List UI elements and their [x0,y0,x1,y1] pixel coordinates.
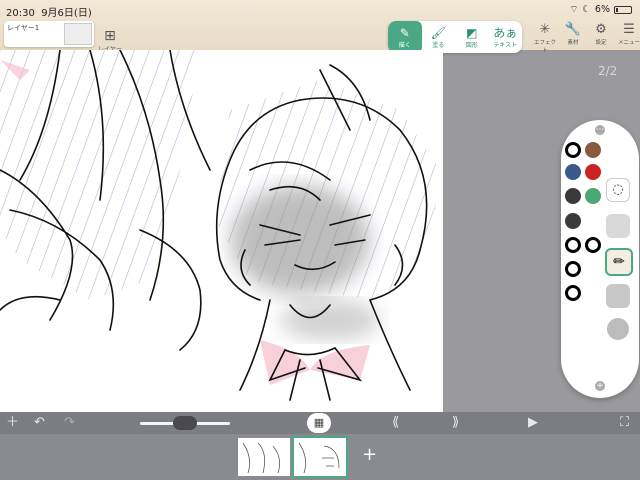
tool-fill[interactable]: 🖌 塗る [422,21,456,53]
shape-icon: ◩ [466,25,478,40]
color-swatch-outline-black[interactable] [565,142,581,158]
palette-expand-icon[interactable]: ⋯ [595,125,605,135]
page-thumbnail-2[interactable] [292,436,348,478]
texture-brush-icon[interactable] [606,284,630,308]
fullscreen-icon[interactable]: ⛶ [620,414,629,432]
page-1-preview [242,442,281,474]
wrench-icon: 🔧 [564,22,582,37]
tool-shape[interactable]: ◩ 図形 [455,21,489,53]
top-bar: 20:30 9月6日(日) ⌔ ☾ 6% レイヤー1 ⊞ レイヤー ✎ 描く 🖌… [0,0,640,54]
color-swatch-outline-3[interactable] [585,237,601,253]
add-page-icon[interactable]: + [362,444,377,465]
gear-icon: ⚙ [595,22,607,37]
play-icon[interactable]: ▶ [528,414,538,432]
onion-skin-next-icon[interactable]: ⟫ [452,414,459,432]
layer-thumbnail [64,23,92,45]
color-swatch-red[interactable] [585,164,601,180]
effect-label: エフェクト [533,40,556,54]
film-icon[interactable]: ▦ [307,413,331,433]
battery-percent: 6% [594,4,610,15]
redo-icon[interactable]: ↷ [64,414,75,432]
page-strip: + [0,434,640,480]
menu-button[interactable]: ☰ メニュー [616,22,640,54]
tool-text-label: テキスト [493,41,518,49]
onion-skin-prev-icon[interactable]: ⟪ [392,414,399,432]
color-swatch-outline-2[interactable] [565,237,581,253]
add-layer-icon: ⊞ [104,28,116,44]
layer-name: レイヤー1 [7,24,40,32]
drawing-canvas[interactable] [0,50,443,412]
page-indicator: 2/2 [598,64,618,78]
tool-draw[interactable]: ✎ 描く [388,21,422,53]
airbrush-tool-icon[interactable] [607,318,629,340]
pencil-tool-icon[interactable]: ✏ [605,248,633,276]
status-time: 20:30 9月6日(日) [6,4,92,19]
color-palette: ⋯ ◌ ✏ + [561,120,639,398]
brush-icon: 🖌 [430,25,446,40]
tool-draw-label: 描く [398,41,411,49]
effect-icon: ✳ [539,22,551,37]
add-layer-button[interactable]: ⊞ レイヤー [98,25,122,53]
page-thumbnail-1[interactable] [238,438,290,476]
current-layer-chip[interactable]: レイヤー1 [4,21,94,47]
tool-shape-label: 図形 [465,41,478,49]
material-button[interactable]: 🔧 素材 [560,22,586,54]
settings-button[interactable]: ⚙ 設定 [588,22,614,54]
page-2-preview [298,442,340,474]
settings-label: 設定 [595,40,607,46]
date-text: 9月6日(日) [41,8,92,19]
color-swatch-outline-4[interactable] [565,261,581,277]
sketch-artwork [0,50,440,401]
color-swatch-blue[interactable] [565,164,581,180]
text-icon: あぁ [493,25,518,40]
main-tool-group: ✎ 描く 🖌 塗る ◩ 図形 あぁ テキスト [388,21,522,53]
material-label: 素材 [567,40,579,46]
color-swatch-green[interactable] [585,188,601,204]
menu-icon: ☰ [623,22,635,37]
battery-icon [614,5,632,14]
undo-icon[interactable]: ↶ [34,414,45,432]
clock-text: 20:30 [6,8,35,19]
palette-add-icon[interactable]: + [595,381,605,391]
pen-icon: ✎ [399,25,410,40]
bottom-toolbar: ＋ ↶ ↷ ▦ ⟪ ⟫ ▶ ⛶ [0,412,640,434]
eraser-tool-icon[interactable] [606,214,630,238]
tool-fill-label: 塗る [432,41,445,49]
effect-button[interactable]: ✳ エフェクト [532,22,558,54]
right-tool-group: ✳ エフェクト 🔧 素材 ⚙ 設定 ☰ メニュー [532,22,640,54]
menu-label: メニュー [617,40,640,46]
lasso-tool-icon[interactable]: ◌ [606,178,630,202]
moon-icon: ☾ [582,4,591,15]
tool-text[interactable]: あぁ テキスト [489,21,523,53]
color-swatch-brown[interactable] [585,142,601,158]
color-swatch-outline-5[interactable] [565,285,581,301]
color-swatch-darkgray[interactable] [565,188,581,204]
wifi-icon: ⌔ [569,4,579,15]
add-icon[interactable]: ＋ [6,414,19,432]
status-right: ⌔ ☾ 6% [569,4,632,15]
color-swatch-charcoal[interactable] [565,213,581,229]
brush-size-slider-thumb[interactable] [173,416,197,430]
